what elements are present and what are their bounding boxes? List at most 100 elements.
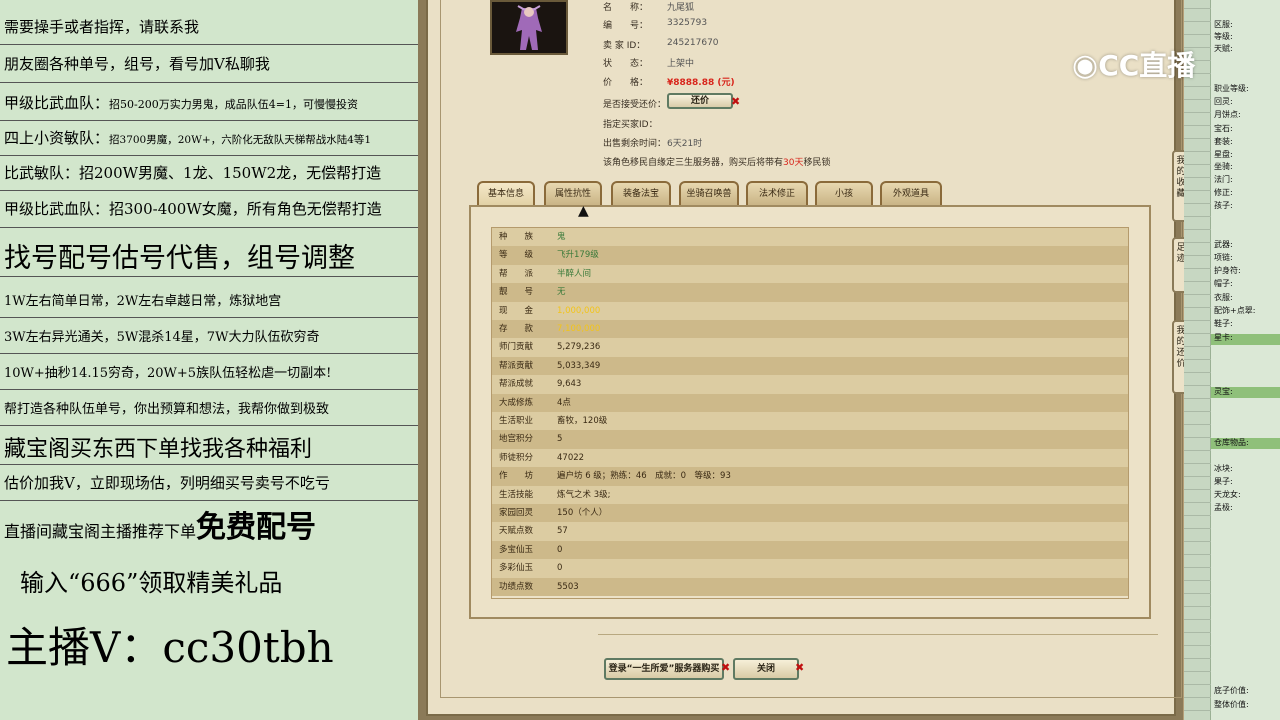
seller-value: 245217670 [667,38,719,48]
grid-line [1184,541,1211,542]
grid-line [1184,437,1211,438]
grid-line [1184,242,1211,243]
close-x-icon: ✖ [795,661,805,674]
divider [0,425,418,426]
promo-panel: 需要操手或者指挥，请联系我 朋友圈各种单号，组号，看号加Ⅴ私聊我 甲级比武血队：… [0,0,418,720]
grid-line [1184,307,1211,308]
grid-line [1184,567,1211,568]
table-row: 地宫积分 5 [492,430,1128,449]
table-row: 帮 派 半醉人间 [492,264,1128,284]
divider [0,190,418,191]
close-button[interactable]: 关闭 [733,658,799,680]
login-buy-button[interactable]: 登录“一生所爱”服务器购买 [604,658,724,680]
divider [598,634,1158,635]
divider [0,464,418,465]
side-label: 灵宝: [1214,387,1233,396]
grid-line [1184,372,1211,373]
tab-mounts[interactable]: 坐骑召唤兽 [679,181,739,205]
stat-value: 0 [557,563,563,574]
stat-label: 大成修炼 [499,397,534,408]
grid-line [1184,359,1211,360]
stat-label: 师门贡献 [499,342,534,353]
side-label: 项链: [1214,253,1233,262]
promo-line-1: 需要操手或者指挥，请联系我 [4,18,200,36]
divider [0,155,418,156]
grid-line [1184,281,1211,282]
grid-line [1184,632,1211,633]
grid-line [1184,385,1211,386]
migration-notice: 该角色移民自缘定三生服务器，购买后将带有30天移民锁 [603,158,831,168]
table-row: 功绩点数 5503 [492,577,1128,596]
table-row: 大成修炼 4点 [492,393,1128,412]
stat-label: 作 坊 [499,471,534,482]
side-label: 冰块: [1214,464,1233,473]
side-label: 底子价值: [1214,686,1249,695]
side-label: 护身符: [1214,266,1241,275]
table-row: 师徒积分 47022 [492,448,1128,468]
stat-value: 5503 [557,581,579,592]
tab-attributes[interactable]: 属性抗性 [544,181,602,205]
tab-children[interactable]: 小孩 [815,181,873,205]
promo-line-8: 1W左右简单日常，2W左右卓越日常，炼狱地宫 [4,294,282,309]
grid-line [1184,8,1211,9]
stat-label: 等 级 [499,250,534,261]
promo-line-4: 四上小资敏队：招3700男魔，20W+，六阶化无敌队天梯帮战水陆4等1 [4,129,372,147]
side-label: 套装: [1214,137,1233,146]
stat-label: 现 金 [499,305,534,316]
stat-value: 47022 [557,452,585,463]
side-label: 星盘: [1214,150,1233,159]
grid-line [1184,333,1211,334]
side-label: 帽子: [1214,279,1233,288]
name-value: 九尾狐 [667,3,695,13]
info-panel: 种 族 鬼等 级 飞升179级帮 派 半醉人间靓 号 无现 金 1,000,000 存 款 7… [469,205,1151,619]
tab-spells[interactable]: 法术修正 [746,181,808,205]
close-x-icon: ✖ [721,661,731,674]
grid-line [1184,424,1211,425]
table-row: 天赋点数 57 [492,522,1128,541]
promo-line-9: 3W左右异光通关，5W混杀14星，7W大力队伍砍穷奇 [4,330,320,345]
divider [0,276,418,277]
promo-line-6: 甲级比武血队：招300-400W女魔，所有角色无偿帮打造 [4,200,382,218]
stat-value: 7,100,000 [557,324,601,334]
grid-line [1184,411,1211,412]
grid-line [1184,138,1211,139]
tab-equipment[interactable]: 装备法宝 [611,181,671,205]
divider [0,353,418,354]
side-label: 武器: [1214,240,1233,249]
table-row: 存 款 7,100,000 [492,320,1128,339]
grid-line [1184,528,1211,529]
side-label: 修正: [1214,188,1233,197]
buyer-label: 指定买家ID： [603,120,658,130]
stat-value: 无 [557,287,566,298]
side-label: 衣服: [1214,293,1233,302]
grid-line [1184,21,1211,22]
stat-value: 鬼 [557,232,566,242]
stat-value: 1,000,000 [557,305,601,316]
character-figure-icon [516,5,542,50]
table-row: 作 坊 遍户坊 6 级；熟练：46 成就：0 等级：93 [492,467,1128,486]
stat-value: 畜牧，120级 [557,416,608,426]
seller-label: 卖 家 ID： [603,41,646,51]
bargain-button[interactable]: 还价 [667,93,733,109]
stat-label: 种 族 [499,232,534,242]
divider [0,389,418,390]
grid-line [1184,671,1211,672]
stat-value: 4点 [557,397,571,408]
stat-label: 多彩仙玉 [499,563,534,574]
divider [0,44,418,45]
grid-line [1184,346,1211,347]
bargain-label: 是否接受还价： [603,100,667,110]
grid-line [1184,450,1211,451]
promo-line-12: 藏宝阁买东西下单找我各种福利 [4,437,313,462]
side-label: 回灵: [1214,97,1233,106]
grid-line [1184,203,1211,204]
grid-line [1184,684,1211,685]
stat-value: 5,033,349 [557,360,601,371]
tab-appearance[interactable]: 外观道具 [880,181,942,205]
stat-value: 5,279,236 [557,342,601,353]
table-row: 种 族鬼 [492,228,1128,247]
table-row: 帮派成就 9,643 [492,375,1128,394]
tab-basic-info[interactable]: 基本信息 [477,181,535,205]
grid-line [1184,515,1211,516]
table-row: 生活职业 畜牧，120级 [492,412,1128,431]
